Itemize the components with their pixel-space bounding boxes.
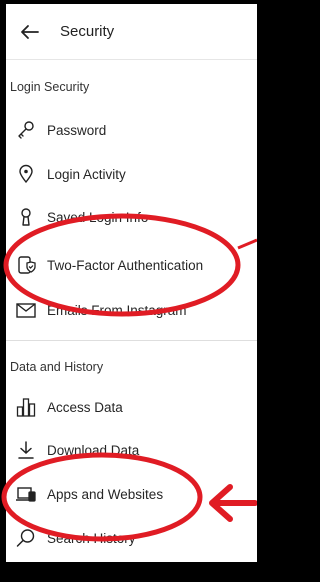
security-screen: Security Login Security Password Login A… [0, 0, 257, 582]
login-activity-item[interactable]: Login Activity [16, 160, 126, 188]
access-data-item[interactable]: Access Data [16, 393, 123, 421]
login-activity-label: Login Activity [47, 166, 126, 182]
section-title-login-security: Login Security [10, 80, 90, 94]
keyhole-icon [16, 207, 36, 227]
download-data-item[interactable]: Download Data [16, 436, 139, 464]
frame-left-border [0, 0, 6, 582]
password-label: Password [47, 122, 107, 138]
download-icon [16, 440, 36, 460]
apps-and-websites-item[interactable]: Apps and Websites [16, 480, 163, 508]
envelope-icon [16, 300, 36, 320]
emails-from-instagram-label: Emails From Instagram [47, 302, 187, 318]
download-data-label: Download Data [47, 442, 140, 458]
phone-shield-icon [16, 255, 36, 275]
apps-and-websites-label: Apps and Websites [47, 486, 164, 502]
section-divider [6, 340, 257, 341]
saved-login-info-label: Saved Login Info [47, 209, 149, 225]
search-history-item[interactable]: Search History [16, 524, 136, 552]
section-title-data-and-history: Data and History [10, 360, 104, 374]
key-icon [16, 120, 36, 140]
back-arrow-icon[interactable] [18, 20, 42, 44]
frame-top-border [0, 0, 257, 4]
emails-from-instagram-item[interactable]: Emails From Instagram [16, 296, 187, 324]
page-title: Security [60, 23, 115, 40]
access-data-label: Access Data [47, 399, 123, 415]
two-factor-authentication-item[interactable]: Two-Factor Authentication [16, 251, 203, 279]
search-icon [16, 528, 36, 548]
two-factor-authentication-label: Two-Factor Authentication [47, 257, 204, 273]
laptop-phone-icon [16, 484, 36, 504]
bar-chart-icon [16, 397, 36, 417]
location-pin-icon [16, 164, 36, 184]
frame-bottom-border [0, 562, 257, 582]
search-history-label: Search History [47, 530, 136, 546]
app-header: Security [6, 4, 257, 60]
saved-login-info-item[interactable]: Saved Login Info [16, 203, 148, 231]
password-item[interactable]: Password [16, 116, 106, 144]
